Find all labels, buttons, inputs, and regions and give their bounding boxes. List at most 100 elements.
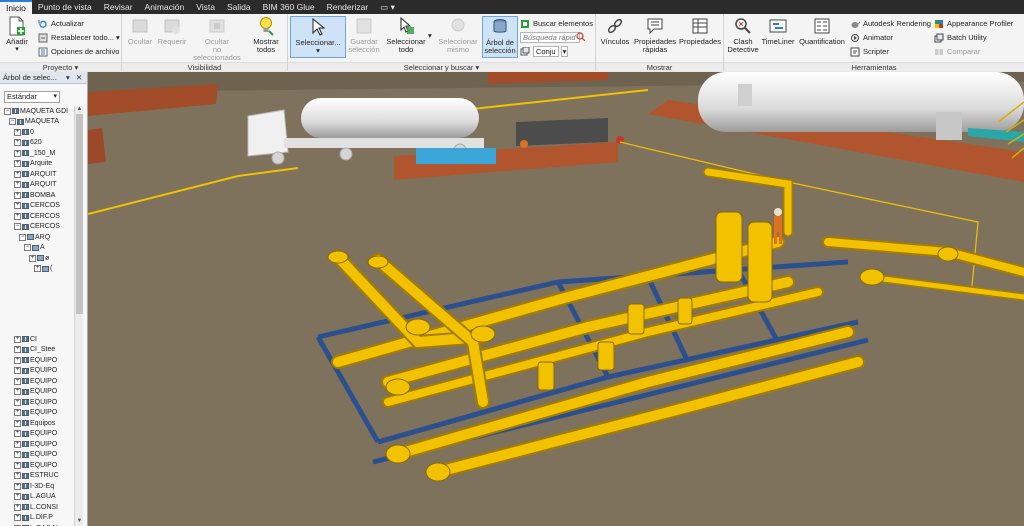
expand-icon[interactable]: +	[14, 514, 21, 521]
hide-unselected-button[interactable]: Ocultar no seleccionados	[190, 16, 244, 62]
tab-6[interactable]: BIM 360 Glue	[257, 0, 321, 14]
tree-item[interactable]: + ARQUIT	[14, 169, 56, 179]
autodesk-rendering-button[interactable]: Autodesk Rendering	[850, 18, 931, 29]
tab-5[interactable]: Salida	[221, 0, 257, 14]
tree-item[interactable]: + CI	[14, 334, 37, 344]
file-options-button[interactable]: Opciones de archivo	[38, 46, 119, 57]
batch-utility-button[interactable]: Batch Utility	[934, 32, 987, 43]
selection-tree-button[interactable]: Árbol de selección	[482, 16, 518, 58]
expand-icon[interactable]: +	[14, 346, 21, 353]
group-label-seleccionar[interactable]: Seleccionar y buscar ▾	[288, 62, 595, 72]
expand-icon[interactable]: +	[14, 419, 21, 427]
scene-canvas[interactable]	[88, 72, 1024, 526]
tree-item[interactable]: + CI_Stee	[14, 345, 55, 355]
tree-item[interactable]: + EQUIPO	[14, 439, 57, 449]
tree-item[interactable]: + _150_M	[14, 148, 55, 158]
tab-3[interactable]: Animación	[139, 0, 191, 14]
tree-item[interactable]: − A	[24, 243, 45, 253]
group-label-proyecto[interactable]: Proyecto ▾	[0, 62, 121, 72]
properties-button[interactable]: Propiedades	[678, 16, 722, 46]
expand-icon[interactable]: +	[14, 170, 21, 178]
expand-icon[interactable]: +	[14, 128, 21, 136]
expand-icon[interactable]: +	[14, 461, 21, 469]
tree-item[interactable]: + BOMBA	[14, 190, 55, 200]
tree-item[interactable]: + L.DIF.P	[14, 513, 53, 523]
expand-icon[interactable]: +	[14, 398, 21, 406]
tab-0[interactable]: Inicio	[0, 0, 32, 14]
tree-item[interactable]: − CERCOS	[14, 222, 60, 232]
clash-detective-button[interactable]: Clash Detective	[726, 16, 760, 54]
tab-2[interactable]: Revisar	[98, 0, 139, 14]
3d-viewport[interactable]	[88, 72, 1024, 526]
save-selection-button[interactable]: Guardar selección	[346, 16, 382, 54]
quick-find-input[interactable]: Búsqueda rápid	[520, 32, 585, 43]
collapse-icon[interactable]: −	[4, 107, 11, 115]
tree-item[interactable]: + Arquite	[14, 159, 52, 169]
compare-button[interactable]: Comparar	[934, 46, 980, 57]
tree-item[interactable]: − MAQUETA	[9, 117, 59, 127]
expand-icon[interactable]: +	[14, 430, 21, 437]
tree-item[interactable]: + ø	[29, 253, 49, 263]
collapse-icon[interactable]: −	[14, 223, 21, 230]
tree-item[interactable]: + EQUIPO	[14, 397, 57, 407]
collapse-icon[interactable]: −	[9, 118, 16, 125]
expand-icon[interactable]: +	[14, 181, 21, 188]
tab-7[interactable]: Renderizar	[321, 0, 375, 14]
require-button[interactable]: Requerir	[155, 16, 189, 46]
expand-icon[interactable]: +	[34, 265, 41, 272]
refresh-button[interactable]: Actualizar	[38, 18, 84, 29]
scrollbar-thumb[interactable]	[76, 114, 83, 314]
panel-pin-icon[interactable]: ▾	[66, 72, 70, 84]
expand-icon[interactable]: +	[14, 472, 21, 479]
tree-item[interactable]: + L.CONSI	[14, 502, 58, 512]
sets-dropdown[interactable]: Conju ▾	[520, 46, 569, 57]
tree-item[interactable]: + EQUIPO	[14, 429, 57, 439]
find-items-button[interactable]: Buscar elementos	[520, 18, 593, 29]
quantification-button[interactable]: Quantification	[798, 16, 846, 46]
select-all-button[interactable]: Seleccionar todo	[384, 16, 428, 54]
tab-1[interactable]: Punto de vista	[32, 0, 98, 14]
expand-icon[interactable]: +	[14, 482, 21, 490]
tree-item[interactable]: +0	[14, 127, 34, 137]
select-button[interactable]: Seleccionar... ▾	[290, 16, 346, 58]
tree-item[interactable]: − MAQUETA GDI	[4, 106, 68, 116]
expand-icon[interactable]: +	[14, 212, 21, 220]
tree-item[interactable]: + ESTRUC	[14, 471, 59, 481]
expand-icon[interactable]: +	[14, 367, 21, 374]
tree-item[interactable]: +(	[34, 264, 52, 274]
expand-icon[interactable]: +	[14, 191, 21, 199]
hide-button[interactable]: Ocultar	[125, 16, 155, 46]
collapse-icon[interactable]: −	[24, 244, 31, 251]
scroll-up-icon[interactable]: ▲	[75, 106, 84, 114]
reset-all-button[interactable]: Restablecer todo... ▾	[38, 32, 120, 43]
tree-item[interactable]: − ARQ	[19, 232, 50, 242]
tree-item[interactable]: + EQUIPO	[14, 376, 57, 386]
expand-icon[interactable]: +	[14, 451, 21, 458]
tab-4[interactable]: Vista	[190, 0, 221, 14]
expand-icon[interactable]: +	[14, 139, 21, 146]
tree-item[interactable]: + EQUIPO	[14, 355, 57, 365]
expand-icon[interactable]: +	[14, 149, 21, 157]
appearance-profiler-button[interactable]: Appearance Profiler	[934, 18, 1013, 29]
tree-item[interactable]: + I-3D-Eq	[14, 481, 54, 491]
animator-button[interactable]: Animator	[850, 32, 893, 43]
tree-item[interactable]: + Equipos	[14, 418, 55, 428]
select-same-button[interactable]: Seleccionar mismo	[436, 16, 480, 54]
scroll-down-icon[interactable]: ▼	[75, 518, 84, 526]
expand-icon[interactable]: +	[14, 160, 21, 167]
add-button[interactable]: Añadir ▾	[3, 16, 31, 54]
show-all-button[interactable]: Mostrar todos	[248, 16, 284, 54]
panel-close-icon[interactable]: ✕	[76, 72, 82, 84]
expand-icon[interactable]: +	[14, 388, 21, 395]
tree-item[interactable]: + ARQUIT	[14, 180, 56, 190]
expand-icon[interactable]: +	[14, 202, 21, 209]
tree-item[interactable]: + CERCOS	[14, 211, 60, 221]
select-all-dropdown[interactable]: ▾	[428, 30, 432, 41]
expand-icon[interactable]: +	[14, 356, 21, 364]
tab-8[interactable]: ▭ ▾	[374, 0, 401, 14]
tree-item[interactable]: + EQUIPO	[14, 366, 57, 376]
links-button[interactable]: Vínculos	[598, 16, 632, 46]
expand-icon[interactable]: +	[14, 440, 21, 448]
tree-item[interactable]: + EQUIPO	[14, 450, 57, 460]
expand-icon[interactable]: +	[14, 503, 21, 511]
